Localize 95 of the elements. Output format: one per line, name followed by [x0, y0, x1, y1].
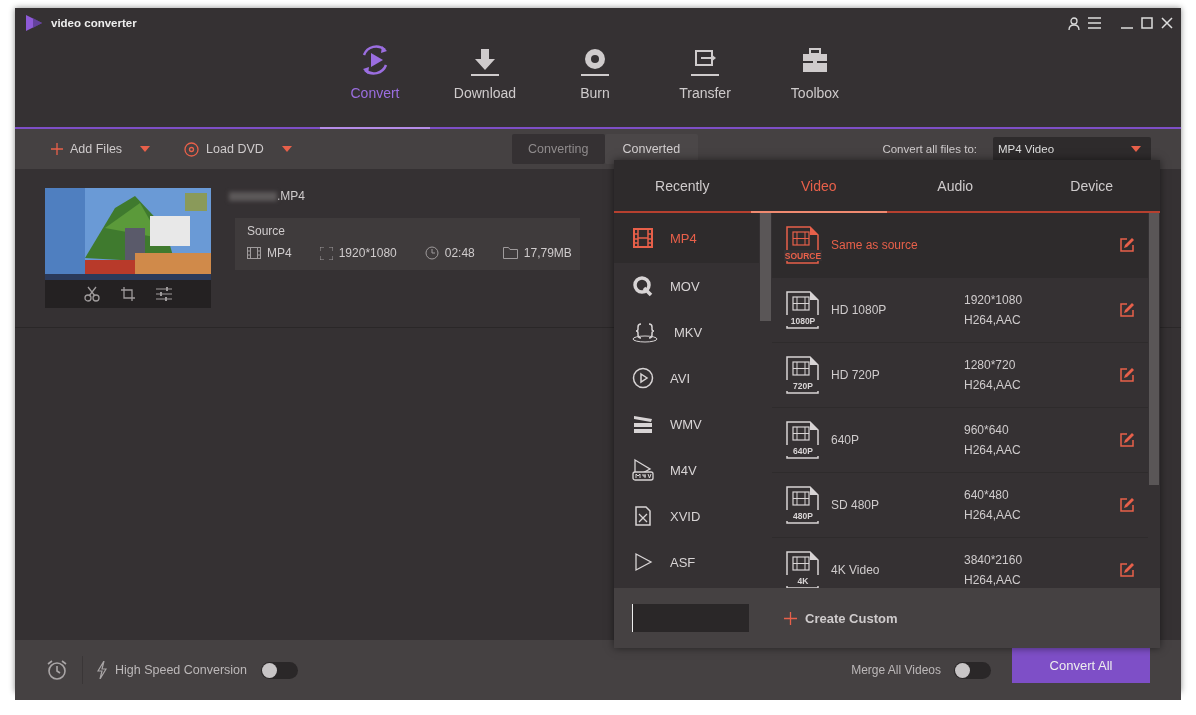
film-icon: [247, 247, 261, 259]
clock-icon: [424, 246, 439, 260]
preset-name: SD 480P: [831, 498, 881, 512]
maximize-icon[interactable]: [1141, 17, 1153, 29]
caret-icon: [1131, 146, 1141, 152]
load-dvd-button[interactable]: Load DVD: [184, 141, 292, 157]
caret-icon: [140, 146, 151, 152]
download-icon: [471, 47, 499, 77]
preset-item[interactable]: 480P SD 480P 640*480 H264,AAC: [772, 473, 1148, 538]
preset-codec: H264,AAC: [964, 442, 1022, 459]
format-item[interactable]: MP4: [614, 213, 759, 263]
file-name: .MP4: [277, 189, 305, 203]
toggle-switch[interactable]: [954, 661, 991, 679]
search-field[interactable]: [632, 604, 749, 632]
crop-icon[interactable]: [120, 286, 136, 302]
preset-item[interactable]: 640P 640P 960*640 H264,AAC: [772, 408, 1148, 473]
bolt-icon: [97, 661, 107, 679]
edit-icon[interactable]: [1120, 238, 1134, 252]
preset-name: HD 720P: [831, 368, 881, 382]
format-tab[interactable]: Video: [750, 160, 887, 211]
preset-resolution: 960*640: [964, 422, 1010, 439]
expand-icon: [319, 246, 333, 260]
format-tab[interactable]: Device: [1023, 160, 1160, 211]
folder-icon: [502, 247, 518, 259]
edit-icon[interactable]: [1120, 498, 1134, 512]
film-icon: [632, 227, 654, 249]
format-item[interactable]: WMV: [614, 401, 759, 447]
toggle-switch[interactable]: [261, 661, 299, 679]
format-item[interactable]: M4V: [614, 447, 759, 493]
format-item[interactable]: AVI: [614, 355, 759, 401]
scrollbar[interactable]: [1148, 213, 1160, 588]
source-duration: 02:48: [444, 246, 475, 260]
edit-icon[interactable]: [1120, 563, 1134, 577]
preset-resolution: 3840*2160: [964, 552, 1024, 569]
disc-icon: [184, 141, 200, 157]
disc-icon: [581, 47, 609, 77]
source-resolution: 1920*1080: [338, 246, 397, 260]
plus-icon: [51, 143, 63, 155]
edit-icon[interactable]: [1120, 433, 1134, 447]
preset-resolution: 640*480: [964, 487, 1010, 504]
source-size: 17,79MB: [523, 246, 572, 260]
add-files-button[interactable]: Add Files: [51, 142, 151, 156]
format-item[interactable]: MOV: [614, 263, 759, 309]
menu-icon[interactable]: [1088, 17, 1101, 29]
high-speed-label: High Speed Conversion: [115, 663, 248, 677]
preset-resolution: 1920*1080: [964, 292, 1024, 309]
preset-name: 640P: [831, 433, 861, 447]
nav-tab[interactable]: Burn: [540, 38, 650, 127]
preset-item[interactable]: 1080P HD 1080P 1920*1080 H264,AAC: [772, 278, 1148, 343]
format-item[interactable]: XVID: [614, 493, 759, 539]
nav-tab[interactable]: Transfer: [650, 38, 760, 127]
create-custom-button[interactable]: Create Custom: [784, 610, 898, 626]
play-tag-icon: [632, 458, 654, 482]
source-format: MP4: [267, 246, 292, 260]
status-tab[interactable]: Converting: [511, 134, 605, 164]
preset-codec: H264,AAC: [964, 377, 1022, 394]
nav-tab[interactable]: Toolbox: [760, 38, 870, 127]
app-title: video converter: [51, 17, 138, 29]
transfer-icon: [691, 47, 719, 77]
clapperboard-icon: [632, 413, 654, 435]
preset-name: 4K Video: [831, 563, 881, 577]
preset-item[interactable]: SOURCE Same as source: [772, 213, 1148, 278]
nav-tab[interactable]: Convert: [320, 38, 430, 127]
preset-name: Same as source: [831, 238, 919, 252]
format-item[interactable]: MKV: [614, 309, 759, 355]
user-icon[interactable]: [1068, 16, 1080, 30]
scissors-icon[interactable]: [84, 286, 100, 302]
sliders-icon[interactable]: [156, 286, 172, 302]
format-dropdown[interactable]: MP4 Video: [993, 137, 1151, 161]
source-label: Source: [247, 224, 286, 238]
edit-icon[interactable]: [1120, 303, 1134, 317]
format-item[interactable]: ASF: [614, 539, 759, 585]
nav-tab[interactable]: Download: [430, 38, 540, 127]
play-outline-icon: [632, 551, 654, 573]
preset-codec: H264,AAC: [964, 572, 1022, 588]
preset-codec: H264,AAC: [964, 507, 1022, 524]
braces-icon: [632, 321, 658, 343]
merge-label: Merge All Videos: [851, 663, 941, 677]
preset-resolution: 1280*720: [964, 357, 1017, 374]
play-circle-icon: [632, 367, 654, 389]
q-icon: [632, 275, 654, 297]
convert-all-label: Convert all files to:: [882, 143, 977, 155]
convert-all-button[interactable]: Convert All: [1012, 647, 1150, 683]
x-file-icon: [632, 505, 654, 527]
preset-codec: H264,AAC: [964, 312, 1022, 329]
logo-icon: [25, 14, 43, 32]
redacted-name: [229, 191, 277, 201]
caret-icon: [281, 146, 292, 152]
format-tab[interactable]: Audio: [887, 160, 1024, 211]
preset-item[interactable]: 720P HD 720P 1280*720 H264,AAC: [772, 343, 1148, 408]
plus-icon: [784, 611, 797, 625]
preset-name: HD 1080P: [831, 303, 888, 317]
close-icon[interactable]: [1161, 17, 1173, 29]
edit-icon[interactable]: [1120, 368, 1134, 382]
alarm-icon[interactable]: [46, 659, 68, 681]
